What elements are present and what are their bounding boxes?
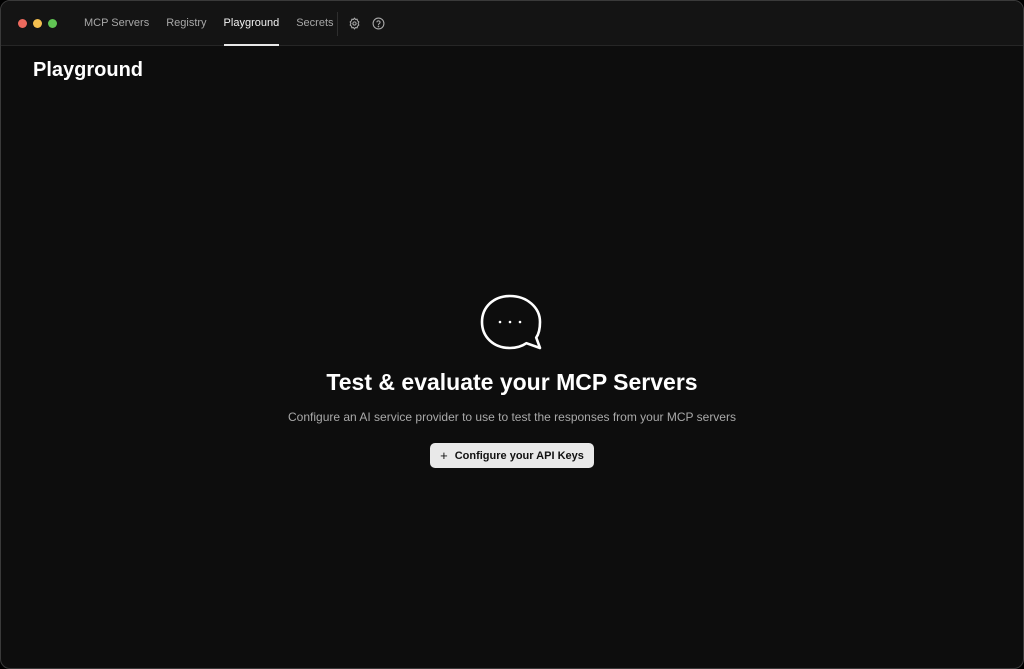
tab-mcp-servers[interactable]: MCP Servers (84, 1, 149, 46)
page-title: Playground (33, 59, 144, 81)
minimize-window-button[interactable] (33, 19, 42, 28)
app-window: MCP Servers Registry Playground Secrets … (0, 0, 1024, 669)
empty-state: Test & evaluate your MCP Servers Configu… (1, 291, 1023, 468)
title-bar: MCP Servers Registry Playground Secrets (1, 1, 1023, 46)
gear-icon[interactable] (348, 17, 361, 30)
chat-bubble-icon (480, 294, 542, 350)
empty-state-description: Configure an AI service provider to use … (288, 410, 736, 424)
nav-divider (337, 12, 338, 36)
close-window-button[interactable] (18, 19, 27, 28)
tab-playground[interactable]: Playground (223, 1, 279, 46)
window-controls (18, 19, 57, 28)
tab-secrets[interactable]: Secrets (296, 1, 333, 46)
help-icon[interactable] (372, 17, 385, 30)
tab-registry[interactable]: Registry (166, 1, 206, 46)
empty-state-heading: Test & evaluate your MCP Servers (326, 369, 698, 395)
plus-icon: + (440, 448, 448, 463)
configure-api-keys-label: Configure your API Keys (454, 449, 584, 462)
top-nav: MCP Servers Registry Playground Secrets (84, 1, 351, 46)
configure-api-keys-button[interactable]: + Configure your API Keys (430, 443, 594, 468)
maximize-window-button[interactable] (48, 19, 57, 28)
